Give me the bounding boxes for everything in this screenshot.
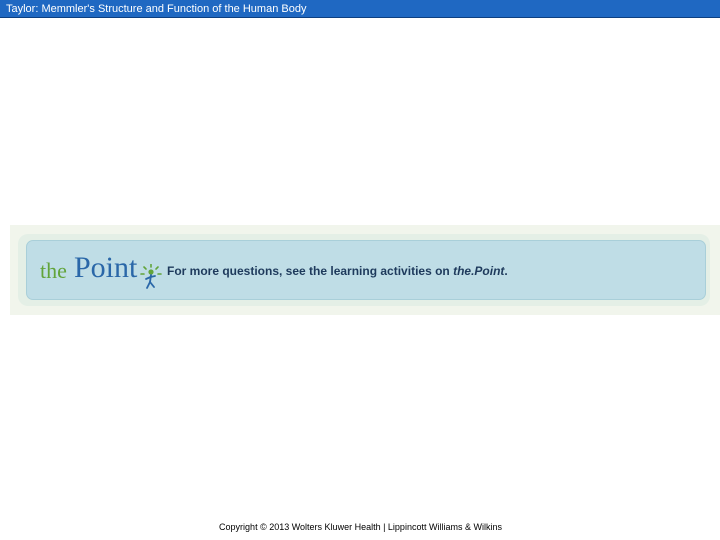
- banner-message-link: the.Point: [453, 264, 505, 278]
- spark-person-icon: [140, 264, 162, 289]
- logo-main-text: Point: [74, 251, 138, 284]
- copyright-footer: Copyright © 2013 Wolters Kluwer Health |…: [219, 522, 502, 532]
- slide-title: Taylor: Memmler's Structure and Function…: [6, 3, 307, 15]
- slide-title-bar: Taylor: Memmler's Structure and Function…: [0, 0, 720, 18]
- banner-message-suffix: .: [504, 264, 508, 278]
- logo-prefix-text: the: [40, 258, 67, 283]
- banner-message: For more questions, see the learning act…: [167, 264, 508, 278]
- banner-message-prefix: For more questions, see the learning act…: [167, 264, 454, 278]
